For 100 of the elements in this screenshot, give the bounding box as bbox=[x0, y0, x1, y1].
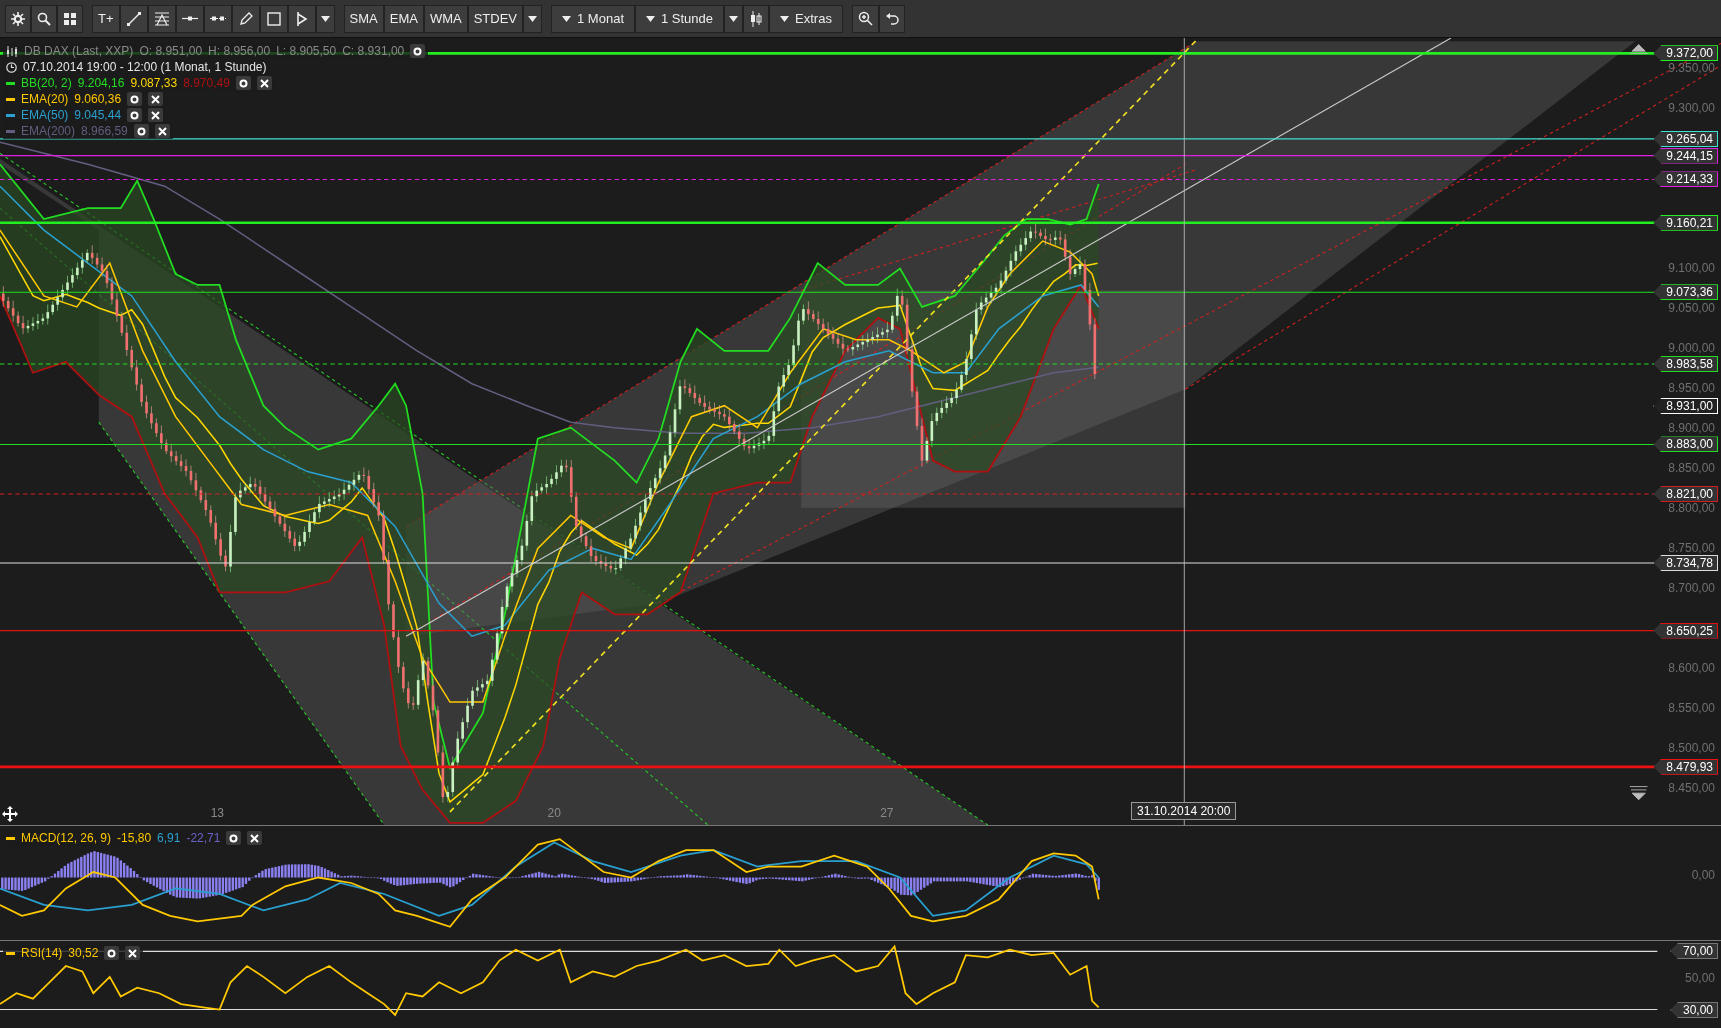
close-button[interactable] bbox=[247, 831, 263, 845]
candlestick-icon bbox=[749, 10, 764, 27]
caret-icon bbox=[562, 15, 571, 22]
indicator-value: 9.060,36 bbox=[74, 92, 122, 106]
indicator-button[interactable]: SMA bbox=[343, 4, 384, 33]
caret-icon bbox=[646, 15, 655, 22]
indicator-name: EMA(20) bbox=[21, 92, 69, 106]
price-label: 9.372,00 bbox=[1653, 45, 1718, 62]
price-label: 9.073,36 bbox=[1653, 284, 1718, 301]
horizontal-line-icon bbox=[181, 16, 198, 21]
undo-button[interactable] bbox=[878, 4, 905, 33]
search-button[interactable] bbox=[31, 4, 57, 33]
move-icon[interactable] bbox=[2, 806, 18, 822]
layout-button[interactable] bbox=[57, 4, 83, 33]
ring-icon bbox=[238, 78, 248, 88]
ohlc-value: H: 8.956,00 bbox=[208, 44, 271, 58]
axis-tick-label: 9.000,00 bbox=[1668, 341, 1715, 356]
axis-tick-label: 9.050,00 bbox=[1668, 301, 1715, 316]
settings-button[interactable] bbox=[5, 4, 31, 33]
close-button[interactable] bbox=[148, 108, 164, 122]
axis-tick-label: 9.350,00 bbox=[1668, 61, 1715, 76]
chart-type-button[interactable] bbox=[743, 4, 770, 33]
axis-tick-label: 8.700,00 bbox=[1668, 581, 1715, 596]
close-button[interactable] bbox=[148, 92, 164, 106]
ring-icon bbox=[107, 948, 117, 958]
settings-button[interactable] bbox=[410, 44, 426, 58]
indicator-button[interactable]: WMA bbox=[423, 4, 468, 33]
settings-button[interactable] bbox=[127, 92, 143, 106]
caret-icon bbox=[729, 15, 739, 22]
settings-button[interactable] bbox=[104, 946, 120, 960]
indicator-dropdown-button[interactable] bbox=[523, 4, 542, 33]
tools-dropdown-button[interactable] bbox=[315, 4, 335, 33]
price-label: 9.265,04 bbox=[1653, 130, 1718, 147]
settings-button[interactable] bbox=[226, 831, 242, 845]
price-label: 8.883,00 bbox=[1653, 436, 1718, 453]
scroll-down-icon[interactable] bbox=[1629, 786, 1648, 801]
pencil-icon bbox=[237, 10, 254, 27]
price-label: 8.821,00 bbox=[1653, 486, 1718, 502]
axis-tick-label: 8.750,00 bbox=[1668, 541, 1715, 556]
indicator-name: EMA(200) bbox=[21, 124, 76, 138]
fibonacci-tool-button[interactable] bbox=[147, 4, 176, 33]
line-tool-button[interactable] bbox=[119, 4, 148, 33]
indicator-value: 9.204,16 bbox=[77, 76, 125, 90]
indicator-name: MACD(12, 26, 9) bbox=[21, 831, 112, 845]
instrument-name: DB DAX (Last, XXP) bbox=[24, 44, 134, 58]
rectangle-icon bbox=[265, 10, 282, 27]
axis-tick-label: 8.950,00 bbox=[1668, 381, 1715, 396]
indicator-button[interactable]: EMA bbox=[383, 4, 424, 33]
ring-icon bbox=[229, 833, 239, 843]
price-label: 30,00 bbox=[1669, 1002, 1718, 1018]
horizontal-line-button[interactable] bbox=[175, 4, 204, 33]
ohlc-value: L: 8.905,50 bbox=[276, 44, 337, 58]
fibonacci-icon bbox=[153, 10, 170, 27]
legend-swatch bbox=[6, 951, 15, 955]
ray-tool-button[interactable] bbox=[203, 4, 232, 33]
indicator-button[interactable]: STDEV bbox=[467, 4, 523, 33]
close-button[interactable] bbox=[154, 124, 170, 138]
indicator-name: EMA(50) bbox=[21, 108, 69, 122]
close-icon bbox=[128, 948, 138, 958]
close-icon bbox=[151, 110, 161, 120]
candlestick-icon bbox=[6, 45, 18, 57]
axis-tick-label: 8.800,00 bbox=[1668, 501, 1715, 516]
price-label: 8.931,00 bbox=[1653, 398, 1718, 415]
close-button[interactable] bbox=[125, 946, 141, 960]
extras-dropdown[interactable]: Extras bbox=[769, 4, 843, 33]
price-label: 9.214,33 bbox=[1653, 171, 1718, 188]
period-dropdown[interactable]: 1 Monat bbox=[551, 4, 635, 33]
settings-button[interactable] bbox=[235, 76, 251, 90]
gear-icon bbox=[11, 11, 25, 26]
indicator-value: -15,80 bbox=[117, 831, 152, 845]
rectangle-tool-button[interactable] bbox=[259, 4, 288, 33]
zoom-button[interactable] bbox=[851, 4, 879, 33]
clock-icon bbox=[6, 61, 17, 73]
axis-tick-label: 0,00 bbox=[1691, 868, 1715, 883]
close-button[interactable] bbox=[256, 76, 272, 90]
zoom-in-icon bbox=[857, 11, 873, 26]
close-icon bbox=[259, 78, 269, 88]
chart-type-dropdown[interactable] bbox=[724, 4, 744, 33]
text-tool-button[interactable]: T+ bbox=[92, 4, 120, 33]
indicator-value: 8.966,59 bbox=[81, 124, 128, 138]
cursor-tool-button[interactable] bbox=[287, 4, 316, 33]
price-label: 8.983,58 bbox=[1653, 356, 1718, 372]
period-dropdown[interactable]: 1 Stunde bbox=[635, 4, 725, 33]
ring-icon bbox=[413, 46, 423, 56]
settings-button[interactable] bbox=[133, 124, 149, 138]
scroll-up-icon[interactable] bbox=[1629, 44, 1648, 54]
axis-tick-label: 8.600,00 bbox=[1668, 661, 1715, 676]
time-axis-label: 27 bbox=[880, 806, 894, 820]
price-label: 8.650,25 bbox=[1653, 622, 1718, 639]
legend-swatch bbox=[6, 836, 15, 840]
price-label: 9.244,15 bbox=[1653, 147, 1718, 164]
close-icon bbox=[157, 126, 167, 136]
ohlc-value: O: 8.951,00 bbox=[139, 44, 203, 58]
pencil-tool-button[interactable] bbox=[231, 4, 260, 33]
indicator-value: 30,52 bbox=[68, 946, 99, 960]
indicator-value: 9.087,33 bbox=[130, 76, 178, 90]
indicator-value: -22,71 bbox=[186, 831, 221, 845]
search-icon bbox=[37, 11, 51, 26]
axis-tick-label: 8.850,00 bbox=[1668, 461, 1715, 476]
settings-button[interactable] bbox=[127, 108, 143, 122]
